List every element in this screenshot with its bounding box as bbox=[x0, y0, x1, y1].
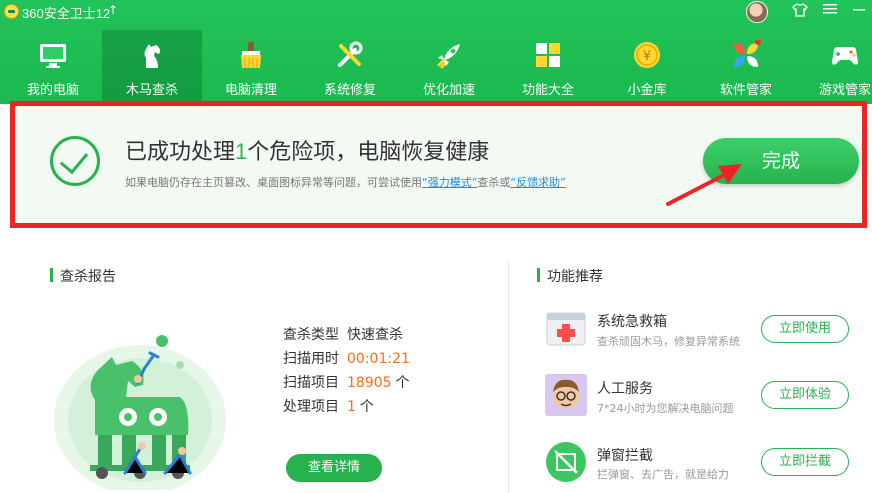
rec-desc-popup-block: 拦弹窗、去广告，就是给力 bbox=[597, 468, 729, 481]
monitor-icon bbox=[40, 44, 66, 68]
nav-software-manager[interactable]: 软件管家 bbox=[696, 30, 796, 104]
app-logo bbox=[4, 4, 19, 19]
up-arrow-icon[interactable]: ↑ bbox=[108, 3, 118, 17]
apps-icon bbox=[734, 40, 761, 67]
app-title: 360安全卫士12 bbox=[22, 6, 111, 21]
scan-items-row: 扫描项目 18905 个 bbox=[283, 375, 410, 391]
report-section-marker bbox=[50, 268, 53, 282]
result-subtitle: 如果电脑仍存在主页篡改、桌面图标异常等问题，可尝试使用“强力模式”查杀或“反馈求… bbox=[125, 176, 566, 189]
check-circle-icon bbox=[50, 136, 100, 186]
feedback-link[interactable]: “反馈求助” bbox=[510, 176, 565, 189]
svg-text:¥: ¥ bbox=[643, 49, 651, 64]
nav-all-features[interactable]: 功能大全 bbox=[498, 30, 598, 104]
first-aid-kit-icon bbox=[546, 312, 586, 346]
avatar[interactable] bbox=[746, 1, 768, 23]
result-title: 已成功处理1个危险项，电脑恢复健康 bbox=[125, 139, 490, 164]
report-title: 查杀报告 bbox=[60, 269, 116, 285]
nav-cleanup[interactable]: 电脑清理 bbox=[201, 30, 301, 104]
minimize-icon[interactable] bbox=[850, 3, 868, 19]
rec-name-support: 人工服务 bbox=[597, 381, 653, 397]
scan-time-row: 扫描用时 00:01:21 bbox=[283, 351, 410, 367]
gamepad-icon bbox=[832, 47, 858, 65]
title-bar: 360安全卫士12 ↑ bbox=[0, 0, 872, 24]
rocket-icon bbox=[437, 44, 460, 69]
view-details-button[interactable]: 查看详情 bbox=[286, 454, 382, 482]
handled-items-row: 处理项目 1 个 bbox=[283, 399, 374, 415]
wrench-icon bbox=[338, 41, 363, 67]
annotation-arrow bbox=[666, 164, 742, 206]
top-bar: 360安全卫士12 ↑ 我的电脑 木马查杀 电脑清理 系统修复 优化加速 功能大… bbox=[0, 0, 872, 104]
block-popup-button[interactable]: 立即拦截 bbox=[761, 448, 849, 476]
support-person-icon bbox=[545, 374, 587, 416]
rec-name-first-aid: 系统急救箱 bbox=[597, 314, 667, 330]
menu-icon[interactable] bbox=[821, 3, 839, 19]
use-first-aid-button[interactable]: 立即使用 bbox=[761, 315, 849, 343]
nav-speed-up[interactable]: 优化加速 bbox=[399, 30, 499, 104]
nav-my-computer[interactable]: 我的电脑 bbox=[3, 30, 103, 104]
rec-desc-support: 7*24小时为您解决电脑问题 bbox=[597, 402, 734, 415]
recommend-section-marker bbox=[537, 268, 540, 282]
nav-vault[interactable]: ¥ 小金库 bbox=[597, 30, 697, 104]
power-mode-link[interactable]: “强力模式” bbox=[422, 176, 477, 189]
scan-type-row: 查杀类型 快速查杀 bbox=[283, 327, 403, 343]
skin-shirt-icon[interactable] bbox=[791, 3, 809, 21]
nav-system-repair[interactable]: 系统修复 bbox=[300, 30, 400, 104]
brush-icon bbox=[241, 42, 261, 68]
grid-icon bbox=[536, 43, 560, 67]
horse-icon bbox=[144, 44, 161, 68]
section-divider bbox=[508, 262, 509, 493]
main-nav: 我的电脑 木马查杀 电脑清理 系统修复 优化加速 功能大全 ¥ 小金库 软件管家 bbox=[0, 30, 872, 104]
recommend-title: 功能推荐 bbox=[547, 269, 603, 285]
popup-block-icon bbox=[546, 442, 586, 482]
trojan-horse-illustration bbox=[54, 335, 226, 490]
try-support-button[interactable]: 立即体验 bbox=[761, 381, 849, 409]
nav-trojan-scan[interactable]: 木马查杀 bbox=[102, 30, 202, 104]
coin-icon: ¥ bbox=[634, 42, 660, 68]
nav-game-manager[interactable]: 游戏管家 bbox=[795, 30, 872, 104]
rec-name-popup-block: 弹窗拦截 bbox=[597, 448, 653, 464]
rec-desc-first-aid: 查杀顽固木马，修复异常系统 bbox=[597, 335, 740, 348]
